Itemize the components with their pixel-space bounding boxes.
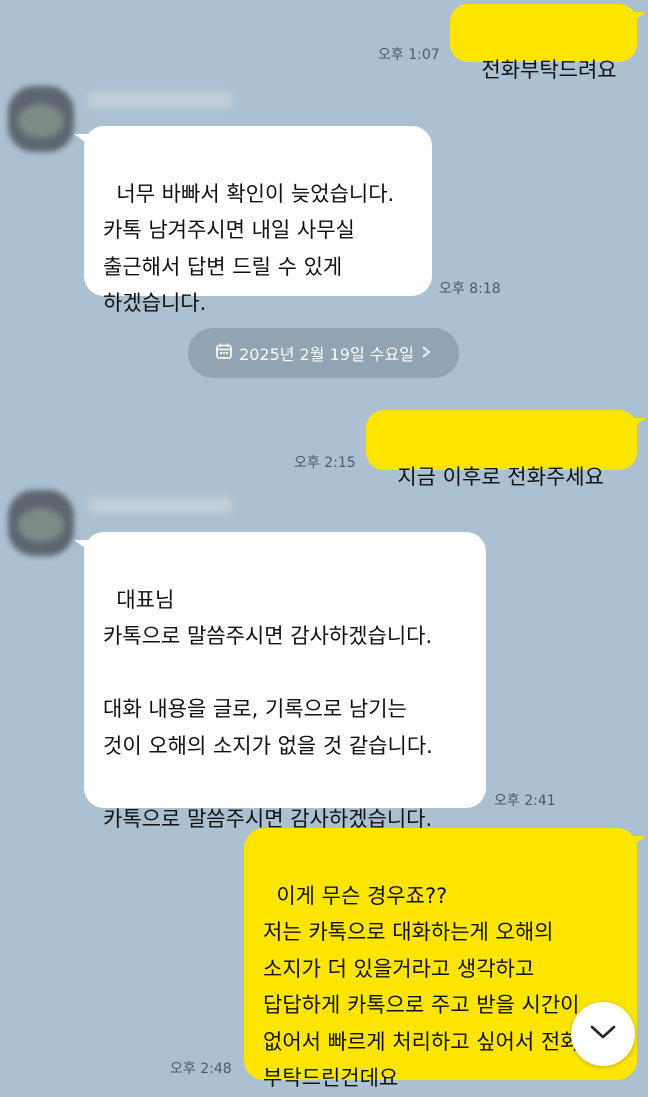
chevron-down-icon (589, 1024, 617, 1044)
message-time: 오후 2:48 (170, 1061, 232, 1077)
message-text: 전화부탁드려요 (481, 57, 617, 82)
message-time: 오후 2:15 (294, 455, 356, 471)
message-bubble-incoming[interactable]: 너무 바빠서 확인이 늦었습니다. 카톡 남겨주시면 내일 사무실 출근해서 답… (84, 126, 432, 315)
message-text: 이게 무슨 경우죠?? 저는 카톡으로 대화하는게 오해의 소지가 더 있을거라… (263, 883, 580, 1091)
date-divider[interactable]: 2025년 2월 19일 수요일 (188, 328, 459, 378)
chevron-right-icon (420, 344, 432, 363)
bubble-tail (632, 418, 646, 428)
bubble-tail (632, 12, 646, 22)
message-bubble-outgoing[interactable]: 전화부탁드려요 (450, 4, 637, 82)
bubble-tail (632, 836, 646, 846)
sender-name (88, 497, 233, 513)
message-time: 오후 2:41 (494, 793, 556, 809)
date-label: 2025년 2월 19일 수요일 (239, 345, 414, 364)
bubble-tail (74, 134, 88, 144)
message-time: 오후 8:18 (439, 281, 501, 297)
scroll-to-bottom-button[interactable] (571, 1002, 635, 1066)
message-time: 오후 1:07 (378, 47, 440, 63)
calendar-icon (215, 342, 233, 364)
bubble-tail (74, 540, 88, 550)
message-text: 대표님 카톡으로 말씀주시면 감사하겠습니다. 대화 내용을 글로, 기록으로 … (103, 587, 433, 831)
message-text: 너무 바빠서 확인이 늦었습니다. 카톡 남겨주시면 내일 사무실 출근해서 답… (103, 181, 395, 316)
avatar[interactable] (8, 490, 74, 556)
avatar[interactable] (8, 86, 74, 152)
message-bubble-outgoing[interactable]: 지금 이후로 전화주세요 (366, 410, 637, 489)
message-bubble-incoming[interactable]: 대표님 카톡으로 말씀주시면 감사하겠습니다. 대화 내용을 글로, 기록으로 … (84, 532, 486, 831)
sender-name (88, 92, 233, 108)
message-text: 지금 이후로 전화주세요 (397, 464, 604, 489)
